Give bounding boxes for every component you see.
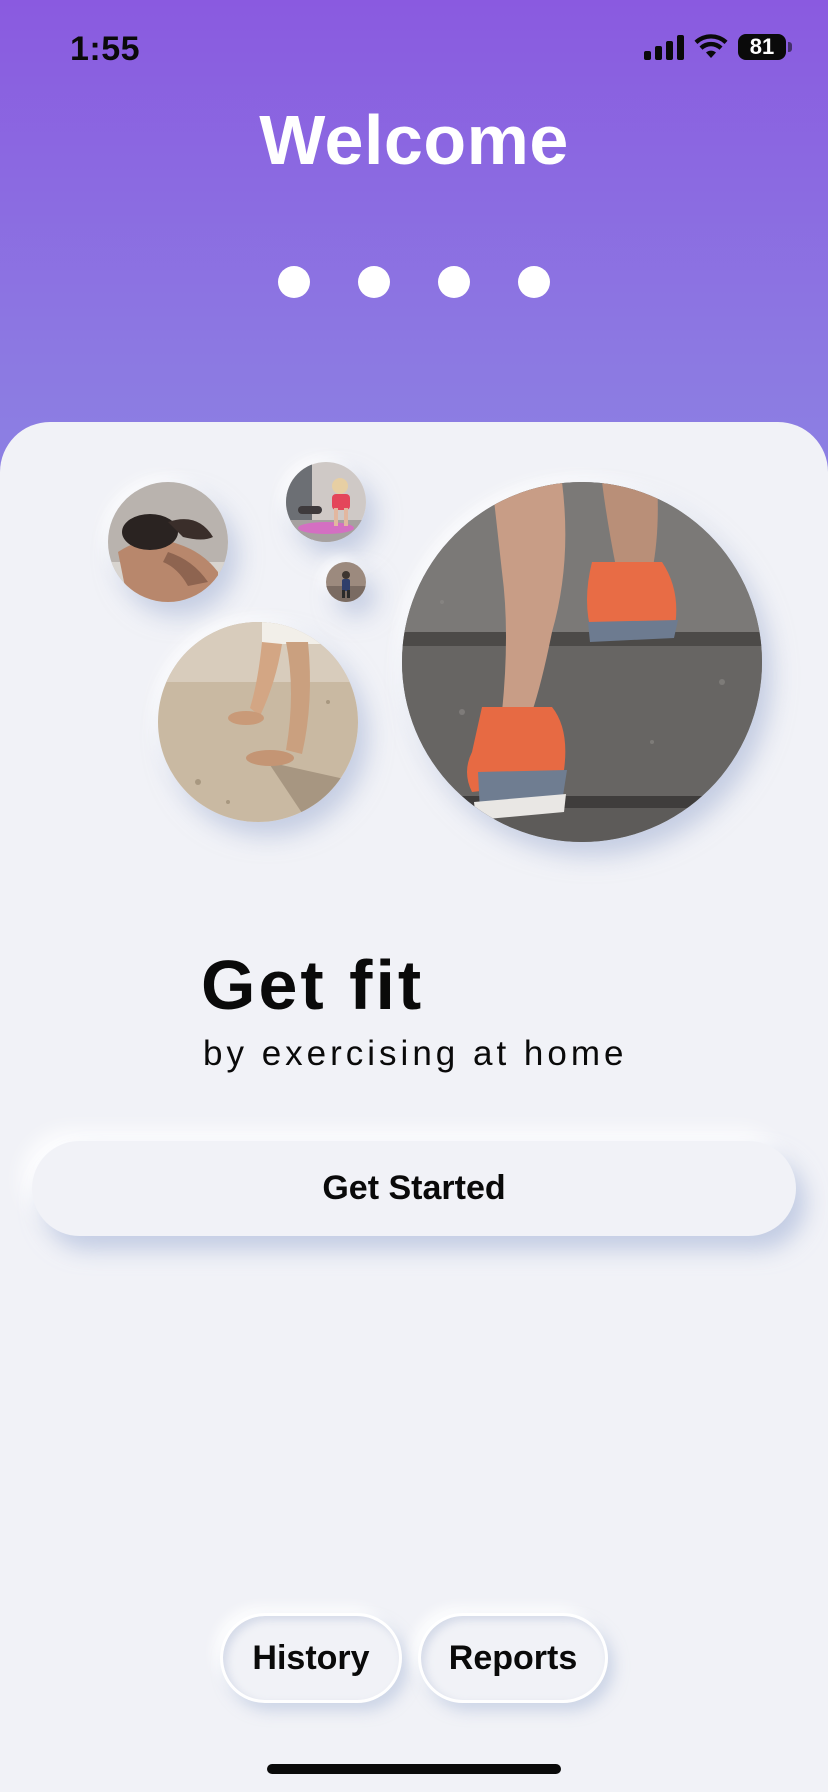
page-dot-4[interactable] bbox=[518, 266, 550, 298]
page-dot-1[interactable] bbox=[278, 266, 310, 298]
status-time: 1:55 bbox=[70, 30, 141, 68]
page-indicator bbox=[0, 266, 828, 298]
history-button[interactable]: History bbox=[220, 1613, 402, 1703]
battery-icon: 81 bbox=[738, 34, 786, 60]
photo-man-stretching bbox=[108, 482, 228, 602]
photo-woman-yoga bbox=[286, 462, 366, 542]
wifi-icon bbox=[694, 34, 728, 58]
battery-level: 81 bbox=[749, 34, 775, 59]
reports-button[interactable]: Reports bbox=[418, 1613, 608, 1703]
status-icons: 81 bbox=[644, 34, 792, 60]
photo-running-stairs bbox=[402, 482, 762, 842]
page-title: Welcome bbox=[259, 101, 569, 179]
photo-small-person bbox=[326, 562, 366, 602]
status-bar: 1:55 81 bbox=[0, 0, 828, 100]
page-dot-3[interactable] bbox=[438, 266, 470, 298]
subline: by exercising at home bbox=[203, 1034, 628, 1073]
photo-pushup-sand bbox=[158, 622, 358, 822]
cellular-signal-icon bbox=[644, 34, 684, 60]
get-started-button[interactable]: Get Started bbox=[32, 1141, 796, 1236]
headline: Get fit bbox=[201, 946, 425, 1024]
page-dot-2[interactable] bbox=[358, 266, 390, 298]
battery-cap bbox=[788, 42, 792, 52]
home-indicator[interactable] bbox=[267, 1764, 561, 1774]
